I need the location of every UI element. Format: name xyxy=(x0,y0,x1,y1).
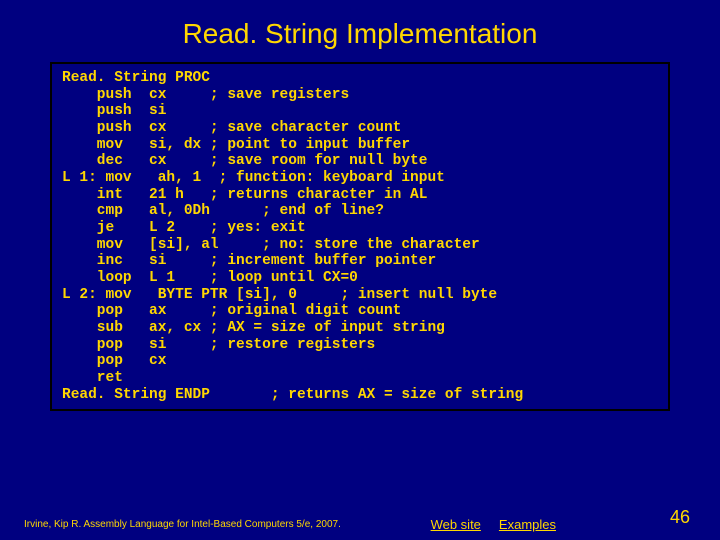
code-listing: Read. String PROC push cx ; save registe… xyxy=(62,70,658,403)
footer-links: Web site Examples xyxy=(431,517,556,532)
code-container: Read. String PROC push cx ; save registe… xyxy=(50,62,670,411)
page-title: Read. String Implementation xyxy=(0,0,720,58)
citation-text: Irvine, Kip R. Assembly Language for Int… xyxy=(24,519,431,530)
examples-link[interactable]: Examples xyxy=(499,517,556,532)
website-link[interactable]: Web site xyxy=(431,517,481,532)
footer: Irvine, Kip R. Assembly Language for Int… xyxy=(0,517,720,532)
page-number: 46 xyxy=(670,507,690,528)
